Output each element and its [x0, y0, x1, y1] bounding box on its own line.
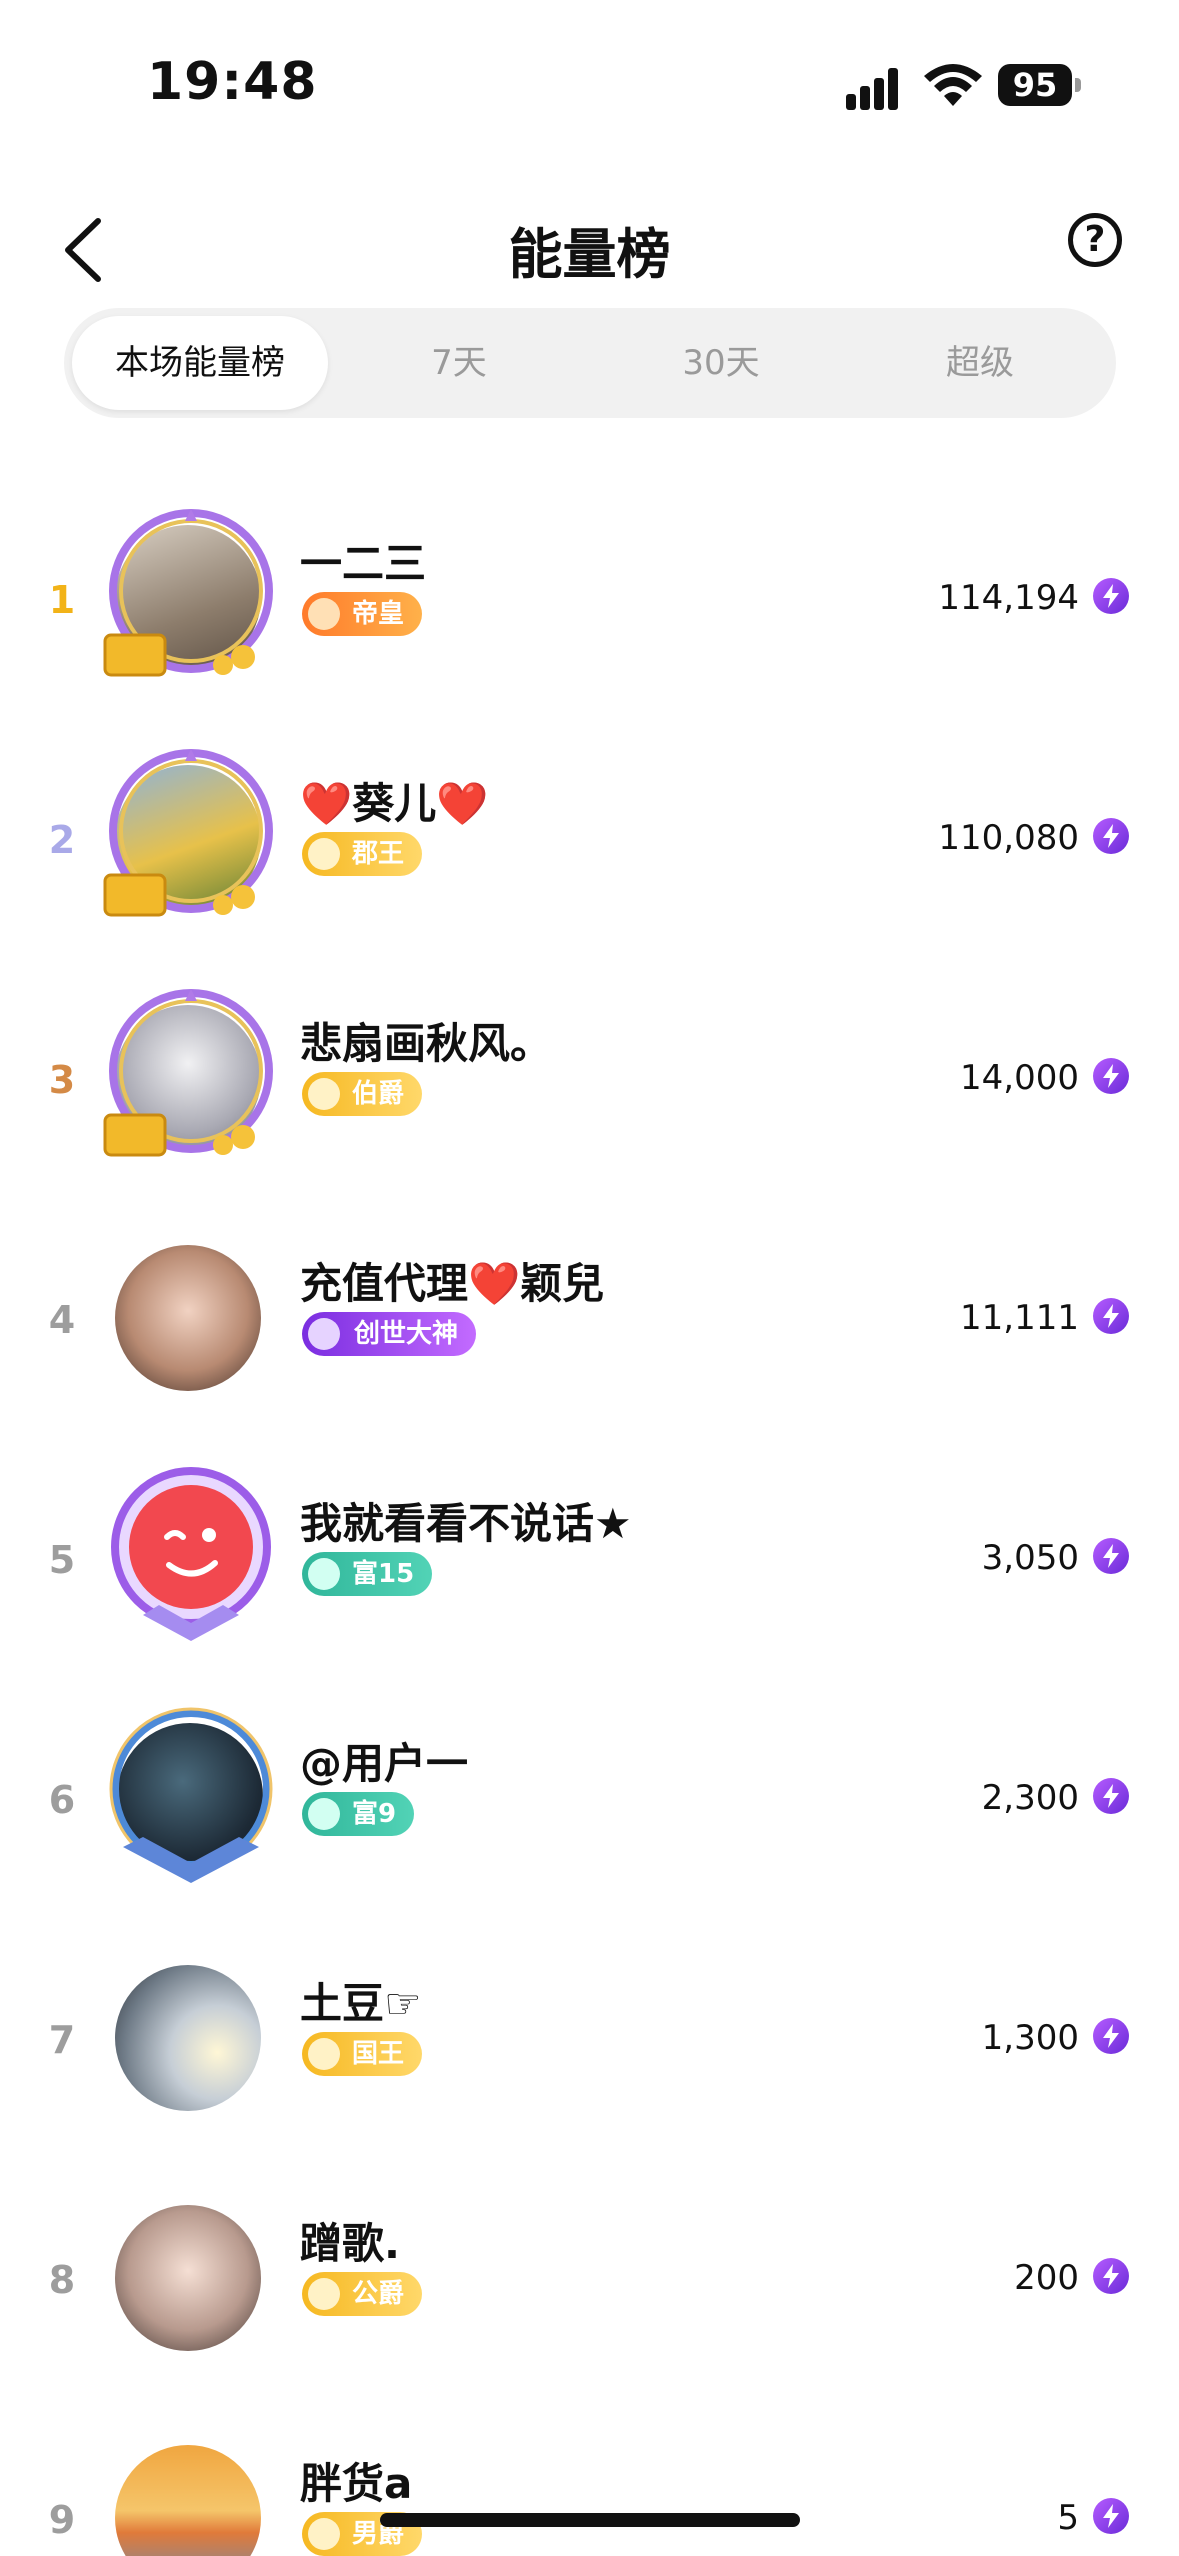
user-name: 一二三: [300, 539, 427, 588]
tab-super[interactable]: 超级: [852, 316, 1108, 410]
energy-score: 1,300: [981, 2018, 1079, 2058]
rank-number: 7: [48, 2018, 76, 2062]
rank-badge: 公爵: [302, 2272, 423, 2316]
diamond-icon: [308, 838, 340, 870]
energy-bolt-icon: [1093, 1298, 1129, 1334]
crown-icon: [308, 598, 340, 630]
ranking-row[interactable]: 3 悲扇画秋风。 伯爵 14,000: [0, 960, 1179, 1200]
user-name: @用户一: [300, 1739, 469, 1788]
energy-score: 2,300: [981, 1778, 1079, 1818]
ranking-row[interactable]: 7 土豆☞ 国王 1,300: [0, 1920, 1179, 2160]
wifi-icon: [924, 64, 982, 106]
ranking-row[interactable]: 4 充值代理❤️颖兒 创世大神 11,111: [0, 1200, 1179, 1440]
user-name: 充值代理❤️颖兒: [300, 1259, 605, 1308]
gold-card-frame-icon: [103, 989, 273, 1157]
energy-score: 3,050: [981, 1538, 1079, 1578]
question-circle-icon[interactable]: ?: [1068, 213, 1122, 267]
status-time: 19:48: [147, 52, 318, 112]
energy-bolt-icon: [1093, 1778, 1129, 1814]
ranking-row[interactable]: 8 蹭歌. 公爵 200: [0, 2160, 1179, 2400]
rank-badge: 创世大神: [302, 1312, 477, 1356]
rank-badge: 富15: [302, 1552, 433, 1596]
user-name: ❤️葵儿❤️: [300, 779, 489, 828]
rank-number: 9: [48, 2498, 76, 2542]
home-indicator[interactable]: [380, 2513, 800, 2527]
badge-label: 国王: [352, 2039, 405, 2069]
gold-card-frame-icon: [103, 749, 273, 917]
rank-number: 5: [48, 1538, 76, 1582]
shield-icon: [308, 1318, 340, 1350]
navigation-bar: 能量榜: [0, 190, 1179, 300]
energy-bolt-icon: [1093, 2498, 1129, 2534]
badge-label: 创世大神: [354, 1319, 459, 1349]
rank-number: 6: [48, 1778, 76, 1822]
avatar[interactable]: [115, 1245, 261, 1391]
user-name: 悲扇画秋风。: [300, 1019, 553, 1068]
battery-indicator: 95: [998, 64, 1084, 108]
ranking-row[interactable]: 5 我就看看不说话★ 富15 3,050: [0, 1440, 1179, 1680]
badge-label: 富15: [352, 1559, 415, 1589]
gold-card-frame-icon: [103, 509, 273, 677]
user-name: 土豆☞: [300, 1979, 422, 2028]
blue-wing-frame-icon: [109, 1707, 273, 1883]
battery-level: 95: [998, 64, 1072, 106]
battery-tip: [1075, 78, 1081, 92]
rank-number: 8: [48, 2258, 76, 2302]
status-bar: 19:48 95: [0, 0, 1179, 150]
wink-face-avatar-icon[interactable]: [103, 1465, 279, 1643]
rank-badge: 富9: [302, 1792, 415, 1836]
ranking-row[interactable]: 6 @用户一 富9 2,300: [0, 1680, 1179, 1920]
energy-bolt-icon: [1093, 578, 1129, 614]
energy-score: 200: [1014, 2258, 1079, 2298]
energy-score: 11,111: [960, 1298, 1079, 1338]
range-tabs: 本场能量榜 7天 30天 超级: [64, 308, 1116, 418]
badge-label: 富9: [352, 1799, 397, 1829]
user-name: 我就看看不说话★: [300, 1499, 632, 1548]
badge-label: 公爵: [352, 2279, 405, 2309]
energy-bolt-icon: [1093, 818, 1129, 854]
diamond-icon: [308, 2038, 340, 2070]
energy-bolt-icon: [1093, 2018, 1129, 2054]
badge-label: 郡王: [352, 839, 405, 869]
energy-bolt-icon: [1093, 1058, 1129, 1094]
energy-bolt-icon: [1093, 2258, 1129, 2294]
rank-number: 1: [48, 578, 76, 622]
energy-bolt-icon: [1093, 1538, 1129, 1574]
diamond-icon: [308, 1078, 340, 1110]
energy-score: 14,000: [960, 1058, 1079, 1098]
rank-badge: 郡王: [302, 832, 423, 876]
diamond-icon: [308, 2278, 340, 2310]
avatar[interactable]: [115, 1965, 261, 2111]
rank-badge: 伯爵: [302, 1072, 423, 1116]
rank-badge: 帝皇: [302, 592, 423, 636]
rank-number: 4: [48, 1298, 76, 1342]
rank-badge: 国王: [302, 2032, 423, 2076]
energy-score: 110,080: [938, 818, 1079, 858]
cellular-signal-icon: [846, 68, 898, 110]
diamond-icon: [308, 2518, 340, 2550]
avatar[interactable]: [115, 2445, 261, 2556]
energy-score: 5: [1057, 2498, 1079, 2538]
tab-7-days[interactable]: 7天: [328, 316, 590, 410]
rank-number: 2: [48, 818, 76, 862]
triangle-icon: [308, 1558, 340, 1590]
energy-score: 114,194: [938, 578, 1079, 618]
user-name: 蹭歌.: [300, 2219, 400, 2268]
tab-current-session[interactable]: 本场能量榜: [72, 316, 328, 410]
badge-label: 帝皇: [352, 599, 405, 629]
tab-30-days[interactable]: 30天: [590, 316, 852, 410]
ranking-row[interactable]: 2 ❤️葵儿❤️ 郡王 110,080: [0, 720, 1179, 960]
rank-number: 3: [48, 1058, 76, 1102]
badge-label: 伯爵: [352, 1079, 405, 1109]
avatar[interactable]: [115, 2205, 261, 2351]
user-name: 胖货a: [300, 2459, 413, 2508]
page-title: 能量榜: [508, 223, 671, 286]
ranking-row[interactable]: 9 胖货a 男爵 5: [0, 2400, 1179, 2556]
ranking-row[interactable]: 1 一二三 帝皇 114,194: [0, 480, 1179, 720]
triangle-icon: [308, 1798, 340, 1830]
